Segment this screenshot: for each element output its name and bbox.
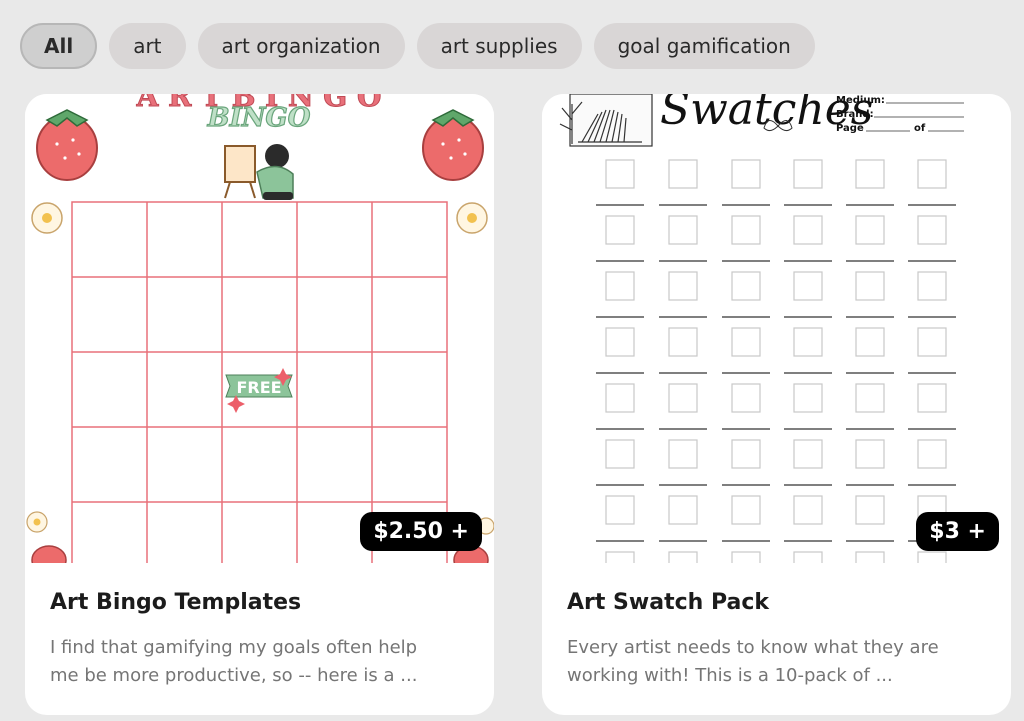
swatch-box [917, 327, 947, 357]
swatch-box [855, 495, 885, 525]
price-badge: $2.50 + [360, 512, 482, 551]
swatch-box [731, 383, 761, 413]
filter-chip-art[interactable]: art [109, 23, 186, 69]
swatch-box [793, 271, 823, 301]
bingo-template-illustration: A R T B I N G O BINGO FREE [26, 94, 494, 563]
flower-icon [31, 202, 63, 234]
swatch-box [668, 495, 698, 525]
swatch-box [855, 551, 885, 563]
swatch-box [731, 215, 761, 245]
swatch-box [855, 215, 885, 245]
swatch-box [917, 551, 947, 563]
swatch-box [731, 327, 761, 357]
swatch-box [793, 327, 823, 357]
swatch-box [917, 159, 947, 189]
swatch-box [668, 383, 698, 413]
swatch-box [605, 159, 635, 189]
swatch-sheet-illustration: Swatches Medium: Brand: Page of [559, 94, 964, 563]
swatch-box [605, 271, 635, 301]
swatch-box [793, 495, 823, 525]
swatch-box [793, 551, 823, 563]
filter-chip-bar: All art art organization art supplies go… [20, 23, 815, 69]
swatch-box [917, 271, 947, 301]
swatch-box [917, 215, 947, 245]
swatch-box [793, 439, 823, 469]
swatch-box [855, 439, 885, 469]
flower-icon [456, 202, 488, 234]
swatch-box [605, 551, 635, 563]
product-card-art-swatch[interactable]: Swatches Medium: Brand: Page of $3 + Art… [542, 94, 1011, 715]
swatch-box [605, 439, 635, 469]
swatch-box [668, 215, 698, 245]
swatch-box [855, 383, 885, 413]
swatch-box [793, 159, 823, 189]
swatch-box [855, 271, 885, 301]
strawberry-icon [36, 109, 98, 181]
product-thumbnail[interactable]: Swatches Medium: Brand: Page of $3 + [542, 94, 1011, 563]
free-square-badge: FREE [225, 368, 293, 413]
product-card-art-bingo[interactable]: A R T B I N G O BINGO FREE $2.50 + Art B… [25, 94, 494, 715]
swatch-box [917, 383, 947, 413]
swatch-box [605, 495, 635, 525]
artist-at-easel-icon [224, 144, 294, 200]
swatch-box [731, 271, 761, 301]
product-title[interactable]: Art Bingo Templates [50, 590, 301, 615]
price-badge: $3 + [916, 512, 999, 551]
field-page-label: Page [836, 123, 864, 134]
swatch-box [793, 215, 823, 245]
filter-chip-art-organization[interactable]: art organization [197, 23, 405, 69]
swatch-box [668, 159, 698, 189]
filter-chip-all[interactable]: All [20, 23, 98, 69]
swatch-box [731, 551, 761, 563]
swatch-box [605, 327, 635, 357]
swatch-box [731, 159, 761, 189]
flower-icon [26, 511, 48, 533]
free-square-label: FREE [236, 378, 281, 397]
swatch-box [731, 495, 761, 525]
field-of-label: of [914, 123, 926, 134]
product-title[interactable]: Art Swatch Pack [567, 590, 769, 615]
bingo-heading: BINGO [207, 103, 311, 133]
swatch-box [731, 439, 761, 469]
strawberry-icon [31, 545, 67, 563]
swatch-box [855, 159, 885, 189]
field-brand-label: Brand: [836, 109, 874, 120]
swatch-box [668, 327, 698, 357]
product-description: I find that gamifying my goals often hel… [50, 637, 418, 686]
swatch-box [793, 383, 823, 413]
swatch-box [668, 271, 698, 301]
field-medium-label: Medium: [836, 95, 885, 106]
swatch-box [605, 215, 635, 245]
swatch-box [668, 551, 698, 563]
fan-brush-icon [569, 94, 653, 147]
filter-chip-art-supplies[interactable]: art supplies [416, 23, 582, 69]
swatch-box [917, 439, 947, 469]
product-thumbnail[interactable]: A R T B I N G O BINGO FREE $2.50 + [25, 94, 494, 563]
swatch-grid [596, 159, 956, 563]
strawberry-icon [422, 109, 484, 181]
swatch-box [668, 439, 698, 469]
product-description: Every artist needs to know what they are… [567, 637, 939, 686]
swatch-box [855, 327, 885, 357]
filter-chip-goal-gamification[interactable]: goal gamification [593, 23, 815, 69]
swatch-box [605, 383, 635, 413]
